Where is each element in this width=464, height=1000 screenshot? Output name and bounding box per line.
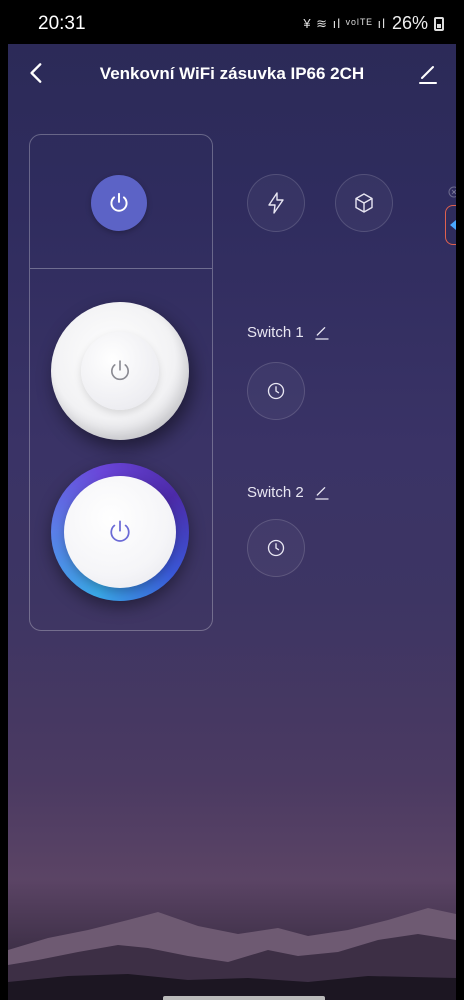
clock-icon (267, 539, 285, 557)
switch-1-label-row: Switch 1 (247, 324, 330, 341)
back-icon[interactable] (24, 60, 50, 86)
switch-1-timer-button[interactable] (247, 362, 305, 420)
switch-2-power-button[interactable] (51, 463, 189, 601)
all-power-button[interactable] (91, 175, 147, 231)
switch-2-label-row: Switch 2 (247, 484, 330, 501)
home-indicator[interactable] (163, 996, 325, 1000)
pencil-icon[interactable] (314, 325, 330, 341)
side-drawer-tab[interactable] (445, 205, 456, 245)
app-header: Venkovní WiFi zásuvka IP66 2CH (8, 50, 456, 98)
status-bar: 20:31 ¥ ≋ ıl ᵛᵒˡᵀᴱ ıl 26% (8, 0, 456, 44)
device-info-button[interactable] (335, 174, 393, 232)
switch-2-button-face (64, 476, 176, 588)
power-icon (110, 192, 128, 212)
chevron-left-icon (450, 220, 456, 230)
mountain-background (8, 908, 456, 1000)
power-icon (111, 360, 129, 381)
edit-icon[interactable] (416, 62, 440, 86)
app-screen: 20:31 ¥ ≋ ıl ᵛᵒˡᵀᴱ ıl 26% Venkovní WiFi … (8, 0, 456, 1000)
power-icon (110, 520, 130, 542)
close-icon[interactable] (448, 186, 456, 198)
status-indicators: ¥ ≋ ıl ᵛᵒˡᵀᴱ ıl 26% (303, 13, 444, 34)
switch-2-timer-button[interactable] (247, 519, 305, 577)
switch-2-label: Switch 2 (247, 484, 304, 501)
clock-icon (267, 382, 285, 400)
page-title: Venkovní WiFi zásuvka IP66 2CH (99, 64, 365, 83)
power-stats-button[interactable] (247, 174, 305, 232)
panel-divider (30, 268, 212, 269)
battery-icon (434, 16, 444, 31)
switch-panel (29, 134, 213, 631)
switch-1-power-button[interactable] (51, 302, 189, 440)
switch-1-button-face (81, 332, 159, 410)
lightning-icon (268, 192, 284, 214)
battery-percent: 26% (391, 13, 428, 33)
pencil-icon[interactable] (314, 485, 330, 501)
switch-1-label: Switch 1 (247, 324, 304, 341)
cube-icon (355, 193, 373, 213)
status-time: 20:31 (38, 13, 86, 34)
signal-icons: ¥ ≋ ıl ᵛᵒˡᵀᴱ ıl (303, 15, 386, 31)
